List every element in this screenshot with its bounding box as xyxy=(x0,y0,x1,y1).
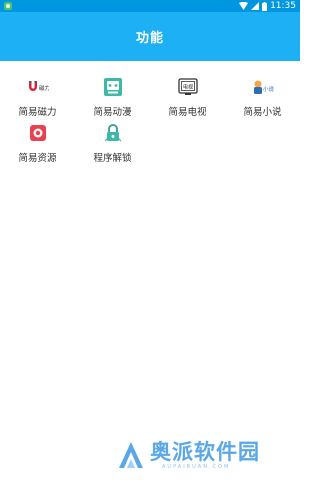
page-title: 功能 xyxy=(135,31,164,46)
tv-icon: 电视 xyxy=(177,76,199,98)
app-bar: 功能 xyxy=(0,12,300,61)
anime-icon xyxy=(102,76,124,98)
status-bar: 11:35 xyxy=(0,0,300,12)
status-right: 11:35 xyxy=(239,0,296,12)
watermark-subtext: AUPAIRUAN.COM xyxy=(162,464,231,470)
feature-label: 程序解锁 xyxy=(93,153,132,164)
svg-text:磁力: 磁力 xyxy=(39,84,49,92)
feature-magnet[interactable]: 磁力 简易磁力 xyxy=(0,72,75,118)
svg-text:电视: 电视 xyxy=(183,84,193,91)
battery-icon xyxy=(262,1,268,11)
svg-text:小说: 小说 xyxy=(263,85,274,93)
feature-novel[interactable]: 小说 简易小说 xyxy=(225,72,300,118)
aupai-logo-icon xyxy=(119,442,143,468)
feature-label: 简易资源 xyxy=(18,153,57,164)
status-left xyxy=(4,2,12,10)
cell-signal-icon xyxy=(251,2,260,10)
status-time: 11:35 xyxy=(270,1,296,11)
feature-tv[interactable]: 电视 简易电视 xyxy=(150,72,225,118)
unlock-icon xyxy=(102,122,124,144)
feature-grid: 磁力 简易磁力 简易动漫 电视 简易电视 小说 简易小说 简易资源 程序解锁 xyxy=(0,72,300,164)
novel-icon: 小说 xyxy=(252,76,274,98)
magnet-icon: 磁力 xyxy=(27,76,49,98)
feature-label: 简易动漫 xyxy=(93,107,132,118)
watermark: 奥派软件园 AUPAIRUAN.COM xyxy=(116,437,296,473)
app-notification-icon xyxy=(4,2,12,10)
feature-anime[interactable]: 简易动漫 xyxy=(75,72,150,118)
feature-label: 简易小说 xyxy=(243,107,282,118)
feature-label: 简易磁力 xyxy=(18,107,57,118)
feature-resource[interactable]: 简易资源 xyxy=(0,118,75,164)
wifi-icon xyxy=(239,2,249,10)
resource-icon xyxy=(27,122,49,144)
watermark-text: 奥派软件园 xyxy=(150,440,260,464)
feature-unlock[interactable]: 程序解锁 xyxy=(75,118,150,164)
watermark-text-wrap: 奥派软件园 AUPAIRUAN.COM xyxy=(150,440,260,470)
feature-label: 简易电视 xyxy=(168,107,207,118)
